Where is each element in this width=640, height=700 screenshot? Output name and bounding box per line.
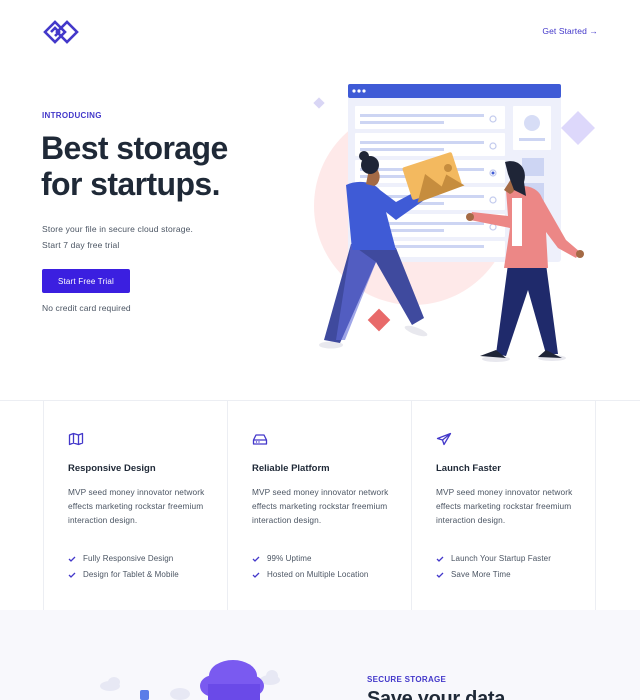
hero-title-line-2: for startups. [41,166,220,202]
hard-drive-icon [252,434,268,445]
feature-card-launch-faster: Launch Faster MVP seed money innovator n… [411,401,596,611]
feature-bullet-text: Hosted on Multiple Location [267,570,369,579]
feature-bullet: Launch Your Startup Faster [436,551,551,567]
hero-title: Best storage for startups. [41,130,271,202]
check-icon [252,556,260,562]
feature-bullet-list: Launch Your Startup Faster Save More Tim… [436,551,551,583]
feature-bullet-text: Design for Tablet & Mobile [83,570,179,579]
no-credit-card-note: No credit card required [42,303,131,313]
check-icon [436,572,444,578]
feature-bullet-text: 99% Uptime [267,554,312,563]
check-icon [252,572,260,578]
check-icon [68,572,76,578]
start-free-trial-button[interactable]: Start Free Trial [42,269,130,293]
hero-title-line-1: Best storage [41,130,228,166]
features-section: Responsive Design MVP seed money innovat… [0,400,640,611]
check-icon [436,556,444,562]
feature-bullet-list: Fully Responsive Design Design for Table… [68,551,179,583]
site-header: Get Started → [0,0,640,64]
feature-bullet: Design for Tablet & Mobile [68,567,179,583]
feature-bullet-text: Save More Time [451,570,511,579]
feature-description: MVP seed money innovator network effects… [68,487,205,525]
secure-storage-eyebrow: SECURE STORAGE [367,675,447,684]
cloud-storage-illustration [100,660,280,700]
feature-title: Responsive Design [68,463,156,474]
feature-bullet-list: 99% Uptime Hosted on Multiple Location [252,551,368,583]
get-started-link[interactable]: Get Started → [542,26,598,36]
feature-bullet: 99% Uptime [252,551,368,567]
hero-subtitle: Store your file in secure cloud storage.… [42,221,193,253]
feature-bullet-text: Fully Responsive Design [83,554,174,563]
secure-storage-title: Save your data [367,688,506,700]
map-icon [68,432,84,446]
feature-description: MVP seed money innovator network effects… [436,487,573,525]
feature-bullet: Save More Time [436,567,551,583]
feature-card-responsive-design: Responsive Design MVP seed money innovat… [43,401,227,611]
hero-section: INTRODUCING Best storage for startups. S… [0,64,640,400]
feature-bullet-text: Launch Your Startup Faster [451,554,551,563]
hero-eyebrow: INTRODUCING [42,111,102,120]
feature-bullet: Hosted on Multiple Location [252,567,368,583]
check-icon [68,556,76,562]
feature-card-reliable-platform: Reliable Platform MVP seed money innovat… [227,401,411,611]
feature-title: Reliable Platform [252,463,330,474]
hero-subtitle-line-1: Store your file in secure cloud storage. [42,224,194,234]
two-people-sharing-image-illustration [313,84,595,362]
feature-description: MVP seed money innovator network effects… [252,487,389,525]
paper-plane-icon [436,432,452,446]
feature-title: Launch Faster [436,463,501,474]
secure-storage-section: SECURE STORAGE Save your data [0,610,640,700]
feature-bullet: Fully Responsive Design [68,551,179,567]
hero-subtitle-line-2: Start 7 day free trial [42,240,120,250]
diamond-chain-logo-icon[interactable] [42,19,80,45]
